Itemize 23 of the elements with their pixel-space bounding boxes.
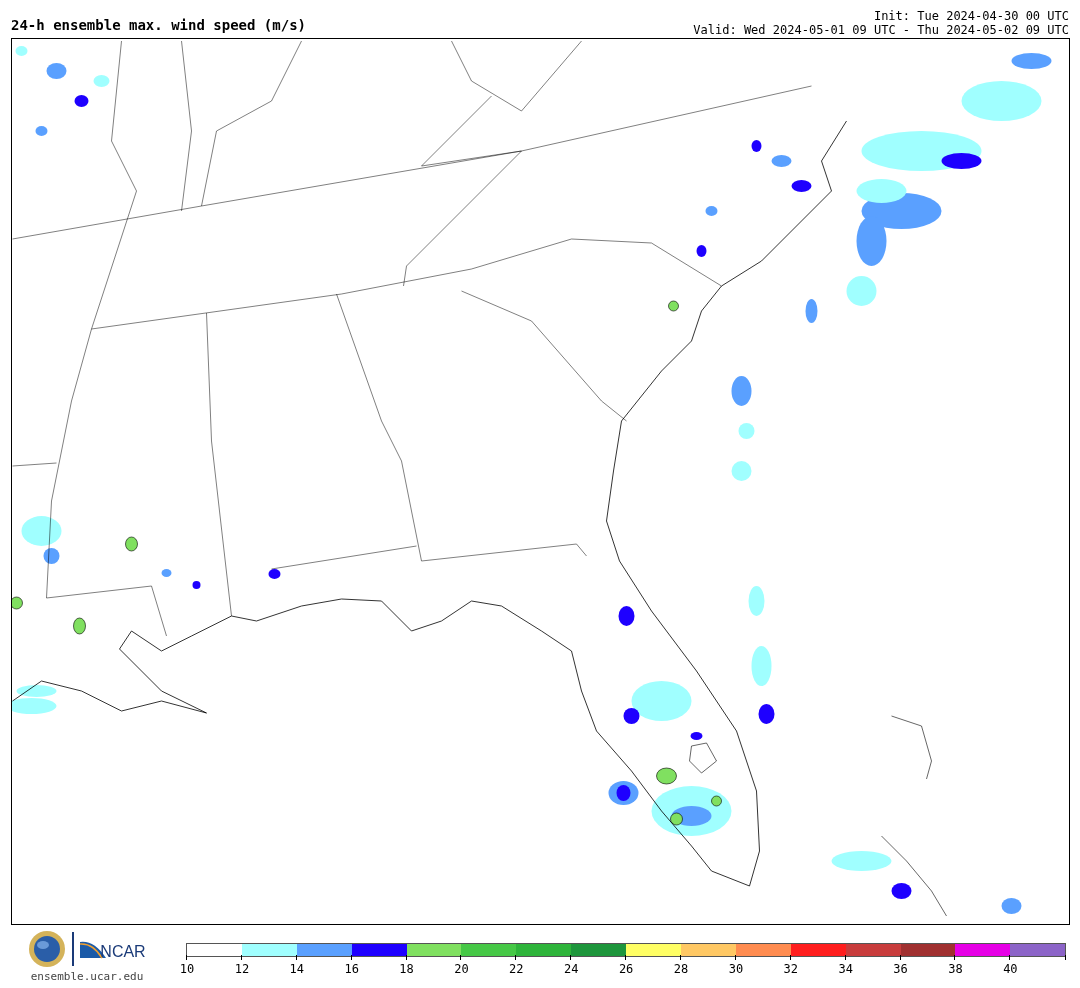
legend-label: 34 xyxy=(838,962,853,976)
org-name: NCAR xyxy=(100,944,146,960)
legend-label: 24 xyxy=(564,962,579,976)
legend-label: 14 xyxy=(289,962,304,976)
legend-label: 16 xyxy=(344,962,359,976)
globe-seal-icon xyxy=(28,930,67,968)
legend-label: 38 xyxy=(948,962,963,976)
legend-label: 10 xyxy=(179,962,195,976)
legend-label: 36 xyxy=(893,962,908,976)
legend-label: 28 xyxy=(673,962,689,976)
legend-label: 40 xyxy=(1003,962,1018,976)
legend-label: 20 xyxy=(454,962,469,976)
legend-label: 26 xyxy=(618,962,634,976)
legend-label: 18 xyxy=(399,962,414,976)
init-time: Init: Tue 2024-04-30 00 UTC xyxy=(873,9,1069,23)
chart-title: 24-h ensemble max. wind speed (m/s) xyxy=(11,17,306,35)
legend-label: 30 xyxy=(728,962,744,976)
valid-period: Valid: Wed 2024-05-01 09 UTC - Thu 2024-05-02 09 UTC xyxy=(693,23,1069,37)
legend-label: 22 xyxy=(509,962,524,976)
legend-label: 12 xyxy=(234,962,250,976)
divider-icon xyxy=(72,932,75,966)
legend-label: 32 xyxy=(783,962,798,976)
site-url: ensemble.ucar.edu xyxy=(30,970,144,983)
